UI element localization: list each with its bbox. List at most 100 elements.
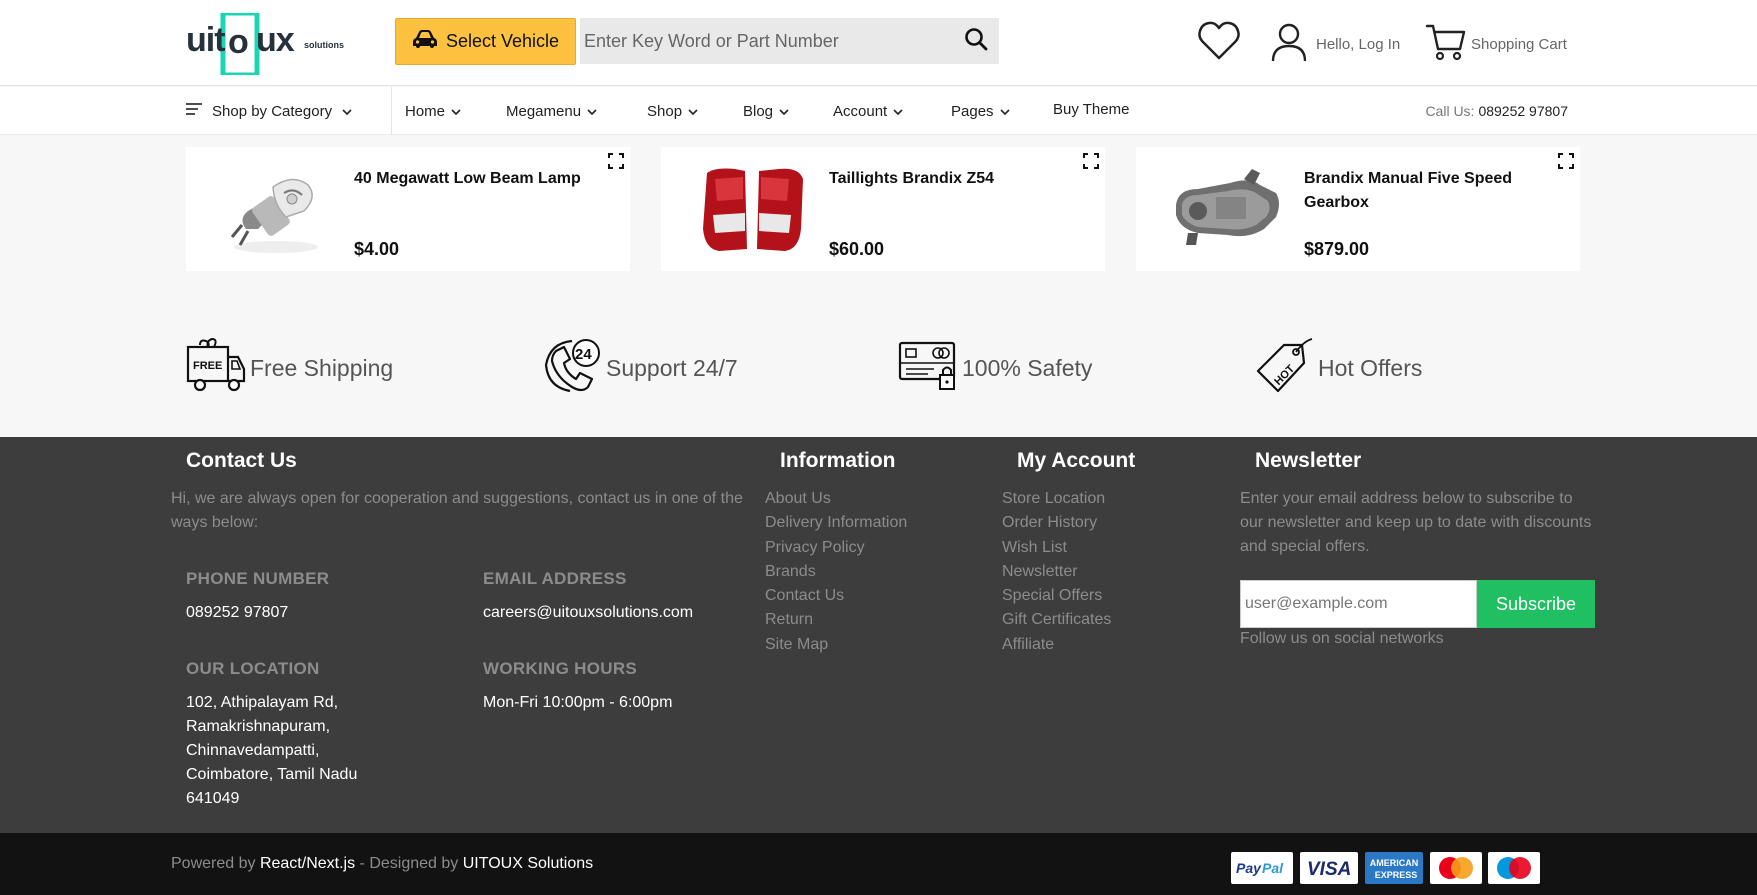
nav-item-label: Megamenu [506,102,582,120]
footer-link-newsletter[interactable]: Newsletter [1002,560,1111,584]
paypal-icon: Pay Pal [1231,852,1293,884]
cart-icon [1425,22,1467,66]
social-networks-label: Follow us on social networks [1240,630,1444,647]
product-card[interactable]: Taillights Brandix Z54 $60.00 [661,147,1105,271]
search-icon [964,27,988,56]
cart-label: Shopping Cart [1471,35,1567,53]
chevron-down-icon [688,103,698,120]
subscribe-button[interactable]: Subscribe [1477,580,1595,628]
nav-item-account[interactable]: Account [833,87,903,135]
site-footer: Contact Us Hi, we are always open for co… [0,437,1757,833]
address-line: Coimbatore, Tamil Nadu [186,766,358,783]
lamp-bulb-image[interactable] [218,159,336,259]
location-address: 102, Athipalayam Rd, Ramakrishnapuram, C… [186,691,357,811]
wishlist-button[interactable] [1197,20,1241,67]
svg-text:o: o [228,23,249,61]
category-label: Shop by Category [212,102,333,120]
contact-us-title: Contact Us [186,449,297,472]
nav-item-buy-theme[interactable]: Buy Theme [1053,85,1129,133]
phone-number[interactable]: 089252 97807 [186,601,288,625]
site-logo[interactable]: uit o ux solutions [186,10,348,78]
american-express-icon: AMERICAN EXPRESS [1365,852,1423,884]
address-line: 102, Athipalayam Rd, [186,694,339,711]
phone-number-label: PHONE NUMBER [186,569,330,588]
gearbox-image[interactable] [1168,159,1286,259]
search-button[interactable] [953,18,999,64]
call-us-label: Call Us: [1425,103,1475,119]
product-card[interactable]: 40 Megawatt Low Beam Lamp $4.00 [186,147,630,271]
feature-hot-offers: HOT Hot Offers [1254,337,1422,399]
address-line: Ramakrishnapuram, [186,718,331,735]
select-vehicle-button[interactable]: Select Vehicle [395,18,576,65]
chevron-down-icon [893,103,903,120]
nav-item-pages[interactable]: Pages [951,87,1010,135]
footer-link-privacy-policy[interactable]: Privacy Policy [765,536,907,560]
footer-link-contact-us[interactable]: Contact Us [765,584,907,608]
product-name[interactable]: 40 Megawatt Low Beam Lamp [354,167,584,191]
call-us-info: Call Us: 089252 97807 [1425,87,1568,135]
maestro-icon [1488,852,1540,884]
nav-item-label: Shop [647,102,683,120]
hot-tag-icon: HOT [1254,337,1314,399]
taillights-image[interactable] [693,159,811,259]
product-name[interactable]: Brandix Manual Five Speed Gearbox [1304,167,1534,215]
footer-link-site-map[interactable]: Site Map [765,633,907,657]
support-24-phone-icon: 24 [542,337,602,399]
footer-link-brands[interactable]: Brands [765,560,907,584]
svg-text:24: 24 [575,346,592,363]
feature-support: 24 Support 24/7 [542,337,738,399]
information-links: About Us Delivery Information Privacy Po… [765,487,907,657]
car-icon [412,29,438,54]
working-hours: Mon-Fri 10:00pm - 6:00pm [483,694,673,711]
footer-link-wish-list[interactable]: Wish List [1002,536,1111,560]
nav-item-label: Blog [743,102,774,120]
safety-card-lock-icon [898,337,958,399]
heart-icon [1197,21,1241,66]
designed-by-prefix: - Designed by [359,855,459,872]
account-login-link[interactable]: Hello, Log In [1270,22,1400,66]
expand-icon[interactable] [608,153,624,174]
address-line: 641049 [186,790,240,807]
powered-by-tech-link[interactable]: React/Next.js [260,855,355,872]
visa-icon: VISA [1300,852,1358,884]
footer-link-about-us[interactable]: About Us [765,487,907,511]
footer-link-affiliate[interactable]: Affiliate [1002,633,1111,657]
footer-link-special-offers[interactable]: Special Offers [1002,584,1111,608]
nav-item-megamenu[interactable]: Megamenu [506,87,597,135]
product-card[interactable]: Brandix Manual Five Speed Gearbox $879.0… [1136,147,1580,271]
product-price: $60.00 [829,239,885,259]
information-title: Information [780,449,896,472]
address-line: Chinnavedampatti, [186,742,320,759]
main-navigation: Shop by Category Home Megamenu Shop Blog… [0,87,1757,135]
footer-link-delivery-information[interactable]: Delivery Information [765,511,907,535]
nav-item-home[interactable]: Home [405,87,461,135]
select-vehicle-label: Select Vehicle [445,31,560,51]
nav-item-shop[interactable]: Shop [647,87,698,135]
expand-icon[interactable] [1558,153,1574,174]
footer-link-gift-certificates[interactable]: Gift Certificates [1002,608,1111,632]
footer-link-order-history[interactable]: Order History [1002,511,1111,535]
footer-link-store-location[interactable]: Store Location [1002,487,1111,511]
newsletter-title: Newsletter [1255,449,1362,472]
search-input[interactable] [580,18,953,64]
call-us-number[interactable]: 089252 97807 [1478,103,1568,119]
newsletter-email-input[interactable] [1240,580,1477,628]
chevron-down-icon [587,103,597,120]
account-label: Hello, Log In [1316,35,1401,53]
my-account-links: Store Location Order History Wish List N… [1002,487,1111,657]
powered-by-prefix: Powered by [171,855,256,872]
feature-safety: 100% Safety [898,337,1092,399]
newsletter-description: Enter your email address below to subscr… [1240,490,1592,555]
nav-item-blog[interactable]: Blog [743,87,789,135]
feature-label: Hot Offers [1318,354,1423,381]
product-name[interactable]: Taillights Brandix Z54 [829,167,1059,191]
shop-by-category-dropdown[interactable]: Shop by Category [186,87,352,135]
designer-link[interactable]: UITOUX Solutions [463,855,593,872]
mastercard-icon [1430,852,1482,884]
shopping-cart-link[interactable]: Shopping Cart [1425,22,1567,66]
expand-icon[interactable] [1083,153,1099,174]
footer-link-return[interactable]: Return [765,608,907,632]
feature-label: Free Shipping [250,354,394,381]
svg-text:Pay: Pay [1236,860,1262,876]
email-address[interactable]: careers@uitouxsolutions.com [483,601,693,625]
